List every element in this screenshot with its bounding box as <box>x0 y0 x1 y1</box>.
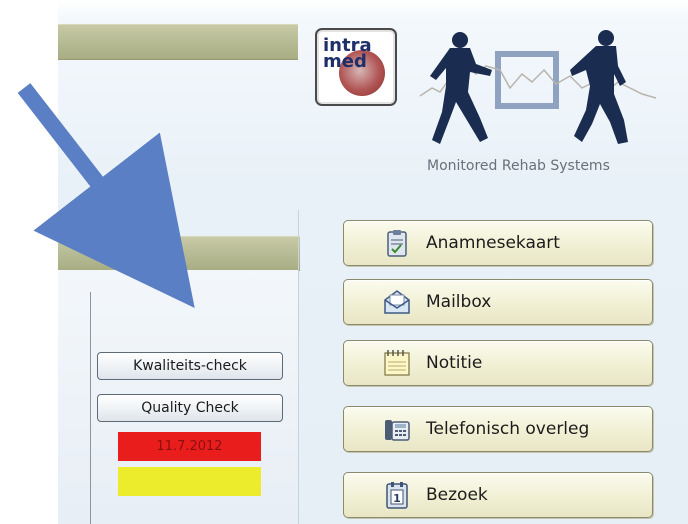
quality-date-badge: 11.7.2012 <box>118 432 261 461</box>
runner-right <box>570 30 628 144</box>
monitor-frame <box>495 51 559 109</box>
tagline: Monitored Rehab Systems <box>427 158 610 174</box>
mailbox-label: Mailbox <box>426 292 492 312</box>
column-divider <box>298 210 299 524</box>
quality-check-button[interactable]: Quality Check <box>97 394 283 422</box>
telephone-icon <box>385 420 410 441</box>
quality-status-badge <box>118 467 261 496</box>
bezoek-button[interactable]: 1 Bezoek <box>343 472 653 518</box>
top-header-bar <box>58 24 298 60</box>
anamnesekaart-button[interactable]: Anamnesekaart <box>343 220 653 266</box>
envelope-icon <box>384 290 410 314</box>
svg-text:1: 1 <box>393 492 401 505</box>
anamnesekaart-label: Anamnesekaart <box>426 233 560 253</box>
rehab-graphic <box>419 30 657 144</box>
kwaliteits-check-button[interactable]: Kwaliteits-check <box>97 352 283 380</box>
panel-divider <box>90 292 91 524</box>
calendar-icon: 1 <box>386 482 408 509</box>
left-margin <box>0 0 58 524</box>
mailbox-button[interactable]: Mailbox <box>343 279 653 325</box>
logo-line-2: med <box>323 51 367 72</box>
runner-left <box>430 32 492 144</box>
notitie-label: Notitie <box>426 353 483 373</box>
notepad-icon <box>384 350 410 376</box>
bezoek-label: Bezoek <box>426 485 488 505</box>
telefonisch-overleg-label: Telefonisch overleg <box>426 419 590 439</box>
section-header-bar <box>58 236 300 271</box>
telefonisch-overleg-button[interactable]: Telefonisch overleg <box>343 406 653 452</box>
clipboard-icon <box>387 230 407 257</box>
notitie-button[interactable]: Notitie <box>343 340 653 386</box>
logo-text: intra med <box>323 37 372 72</box>
intramed-logo: intra med <box>315 28 397 106</box>
app-window: intra med Monitored Rehab Systems Anamne <box>0 0 688 524</box>
